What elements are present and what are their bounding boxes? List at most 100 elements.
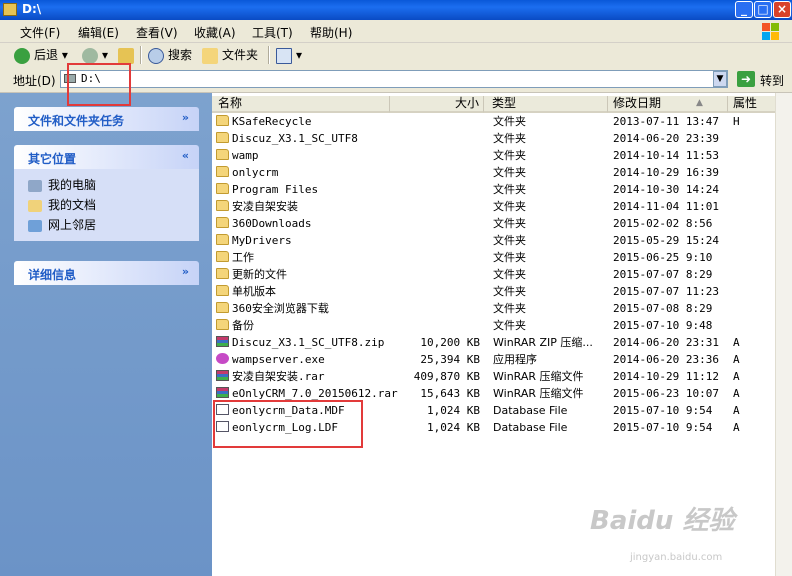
file-name: wamp: [216, 147, 259, 164]
file-date: 2014-10-14 11:53: [613, 149, 719, 162]
file-name: Program Files: [216, 181, 318, 198]
network-icon: [28, 219, 42, 232]
folder-icon: [216, 268, 229, 279]
file-date: 2014-10-29 16:39: [613, 166, 719, 179]
column-size[interactable]: 大小: [390, 96, 484, 113]
menu-favorites[interactable]: 收藏(A): [194, 24, 236, 41]
file-name: eOnlyCRM_7.0_20150612.rar: [216, 385, 398, 402]
folders-button[interactable]: 文件夹: [202, 46, 258, 64]
column-name[interactable]: 名称: [212, 96, 390, 113]
file-row[interactable]: 360Downloads 文件夹 2015-02-02 8:56: [212, 215, 792, 232]
chevron-down-icon[interactable]: »: [182, 265, 189, 278]
address-dropdown-button[interactable]: ▼: [713, 71, 727, 87]
column-date-label: 修改日期: [613, 96, 662, 110]
file-name-text: eonlycrm_Log.LDF: [232, 421, 338, 434]
file-row[interactable]: 安凌自架安装 文件夹 2014-11-04 11:01: [212, 198, 792, 215]
file-attr: A: [733, 404, 740, 417]
file-row[interactable]: eOnlyCRM_7.0_20150612.rar 15,643 KB WinRAR…: [212, 385, 792, 402]
other-places-header[interactable]: 其它位置 «: [14, 145, 199, 169]
watermark-brand: Baidu 经验: [590, 506, 735, 536]
folder-icon: [216, 166, 229, 177]
file-name: Discuz_X3.1_SC_UTF8: [216, 130, 358, 147]
place-network[interactable]: 网上邻居: [28, 215, 199, 235]
folders-label: 文件夹: [222, 48, 259, 62]
menu-view[interactable]: 查看(V): [136, 24, 178, 41]
file-row[interactable]: Program Files 文件夹 2014-10-30 14:24: [212, 181, 792, 198]
minimize-button[interactable]: _: [735, 1, 753, 18]
chevron-down-icon[interactable]: »: [182, 111, 189, 124]
file-date: 2015-07-10 9:48: [613, 319, 713, 332]
back-arrow-icon: [14, 47, 30, 64]
file-row[interactable]: onlycrm 文件夹 2014-10-29 16:39: [212, 164, 792, 181]
file-row[interactable]: wampserver.exe 25,394 KB 应用程序 2014-06-20 23…: [212, 351, 792, 368]
maximize-button[interactable]: □: [754, 1, 772, 18]
chevron-up-icon[interactable]: «: [182, 149, 189, 162]
close-button[interactable]: ×: [773, 1, 791, 18]
file-row[interactable]: 单机版本 文件夹 2015-07-07 11:23: [212, 283, 792, 300]
menu-bar: 文件(F) 编辑(E) 查看(V) 收藏(A) 工具(T) 帮助(H): [0, 20, 792, 43]
file-date: 2015-07-10 9:54: [613, 421, 713, 434]
computer-icon: [28, 179, 42, 192]
file-name: 单机版本: [216, 283, 276, 300]
file-name: 360安全浏览器下载: [216, 300, 329, 317]
place-my-computer[interactable]: 我的电脑: [28, 175, 199, 195]
file-row[interactable]: eonlycrm_Log.LDF 1,024 KB Database File 201…: [212, 419, 792, 436]
menu-edit[interactable]: 编辑(E): [78, 24, 119, 41]
file-name: eonlycrm_Data.MDF: [216, 402, 345, 419]
column-attr[interactable]: 属性: [728, 96, 776, 113]
file-name-text: MyDrivers: [232, 234, 292, 247]
file-type: WinRAR ZIP 压缩...: [493, 336, 593, 349]
back-button[interactable]: 后退 ▾: [14, 46, 68, 64]
file-row[interactable]: Discuz_X3.1_SC_UTF8.zip 10,200 KB WinRAR Z…: [212, 334, 792, 351]
views-button[interactable]: ▾: [276, 46, 302, 64]
address-input[interactable]: D:\: [60, 70, 728, 88]
file-row[interactable]: Discuz_X3.1_SC_UTF8 文件夹 2014-06-20 23:39: [212, 130, 792, 147]
column-date[interactable]: 修改日期 ▲: [608, 96, 728, 113]
file-row[interactable]: 360安全浏览器下载 文件夹 2015-07-08 8:29: [212, 300, 792, 317]
vertical-scrollbar[interactable]: [775, 93, 792, 576]
address-value: D:\: [81, 72, 101, 85]
file-type: WinRAR 压缩文件: [493, 370, 584, 383]
menu-tools[interactable]: 工具(T): [252, 24, 293, 41]
search-icon: [148, 47, 164, 64]
menu-help[interactable]: 帮助(H): [310, 24, 352, 41]
place-my-documents[interactable]: 我的文档: [28, 195, 199, 215]
file-row[interactable]: KSafeRecycle 文件夹 2013-07-11 13:47 H: [212, 113, 792, 130]
folder-icon: [216, 149, 229, 160]
file-name-text: 360Downloads: [232, 217, 312, 230]
file-row[interactable]: 工作 文件夹 2015-06-25 9:10: [212, 249, 792, 266]
file-tasks-title: 文件和文件夹任务: [28, 114, 125, 128]
place-label: 网上邻居: [48, 218, 97, 232]
address-bar: 地址(D) D:\ ▼ ➜ 转到: [0, 67, 792, 93]
up-folder-button[interactable]: [118, 46, 138, 64]
file-name-text: Discuz_X3.1_SC_UTF8: [232, 132, 358, 145]
file-row[interactable]: 备份 文件夹 2015-07-10 9:48: [212, 317, 792, 334]
sort-ascending-icon: ▲: [696, 98, 703, 108]
file-type: Database File: [493, 421, 568, 434]
forward-arrow-icon: [82, 47, 98, 64]
folder-icon: [216, 115, 229, 126]
file-row[interactable]: 更新的文件 文件夹 2015-07-07 8:29: [212, 266, 792, 283]
file-name-text: eOnlyCRM_7.0_20150612.rar: [232, 387, 398, 400]
file-size: 15,643 KB: [420, 387, 480, 400]
details-header[interactable]: 详细信息 »: [14, 261, 199, 285]
column-type[interactable]: 类型: [484, 96, 608, 113]
db-icon: [216, 421, 229, 432]
file-type: 文件夹: [493, 285, 526, 298]
file-row[interactable]: eonlycrm_Data.MDF 1,024 KB Database File 20…: [212, 402, 792, 419]
menu-file[interactable]: 文件(F): [20, 24, 60, 41]
file-type: Database File: [493, 404, 568, 417]
search-button[interactable]: 搜索: [148, 46, 192, 64]
file-row[interactable]: MyDrivers 文件夹 2015-05-29 15:24: [212, 232, 792, 249]
file-name: eonlycrm_Log.LDF: [216, 419, 338, 436]
file-type: 文件夹: [493, 115, 526, 128]
file-tasks-header[interactable]: 文件和文件夹任务 »: [14, 107, 199, 131]
file-row[interactable]: 安凌自架安装.rar 409,870 KB WinRAR 压缩文件 2014-10-2…: [212, 368, 792, 385]
go-button[interactable]: 转到: [760, 72, 784, 89]
file-type: 文件夹: [493, 149, 526, 162]
forward-button[interactable]: ▾: [82, 46, 108, 64]
column-attr-label: 属性: [733, 96, 758, 110]
file-type: 应用程序: [493, 353, 537, 366]
file-row[interactable]: wamp 文件夹 2014-10-14 11:53: [212, 147, 792, 164]
go-arrow-icon[interactable]: ➜: [737, 71, 755, 87]
